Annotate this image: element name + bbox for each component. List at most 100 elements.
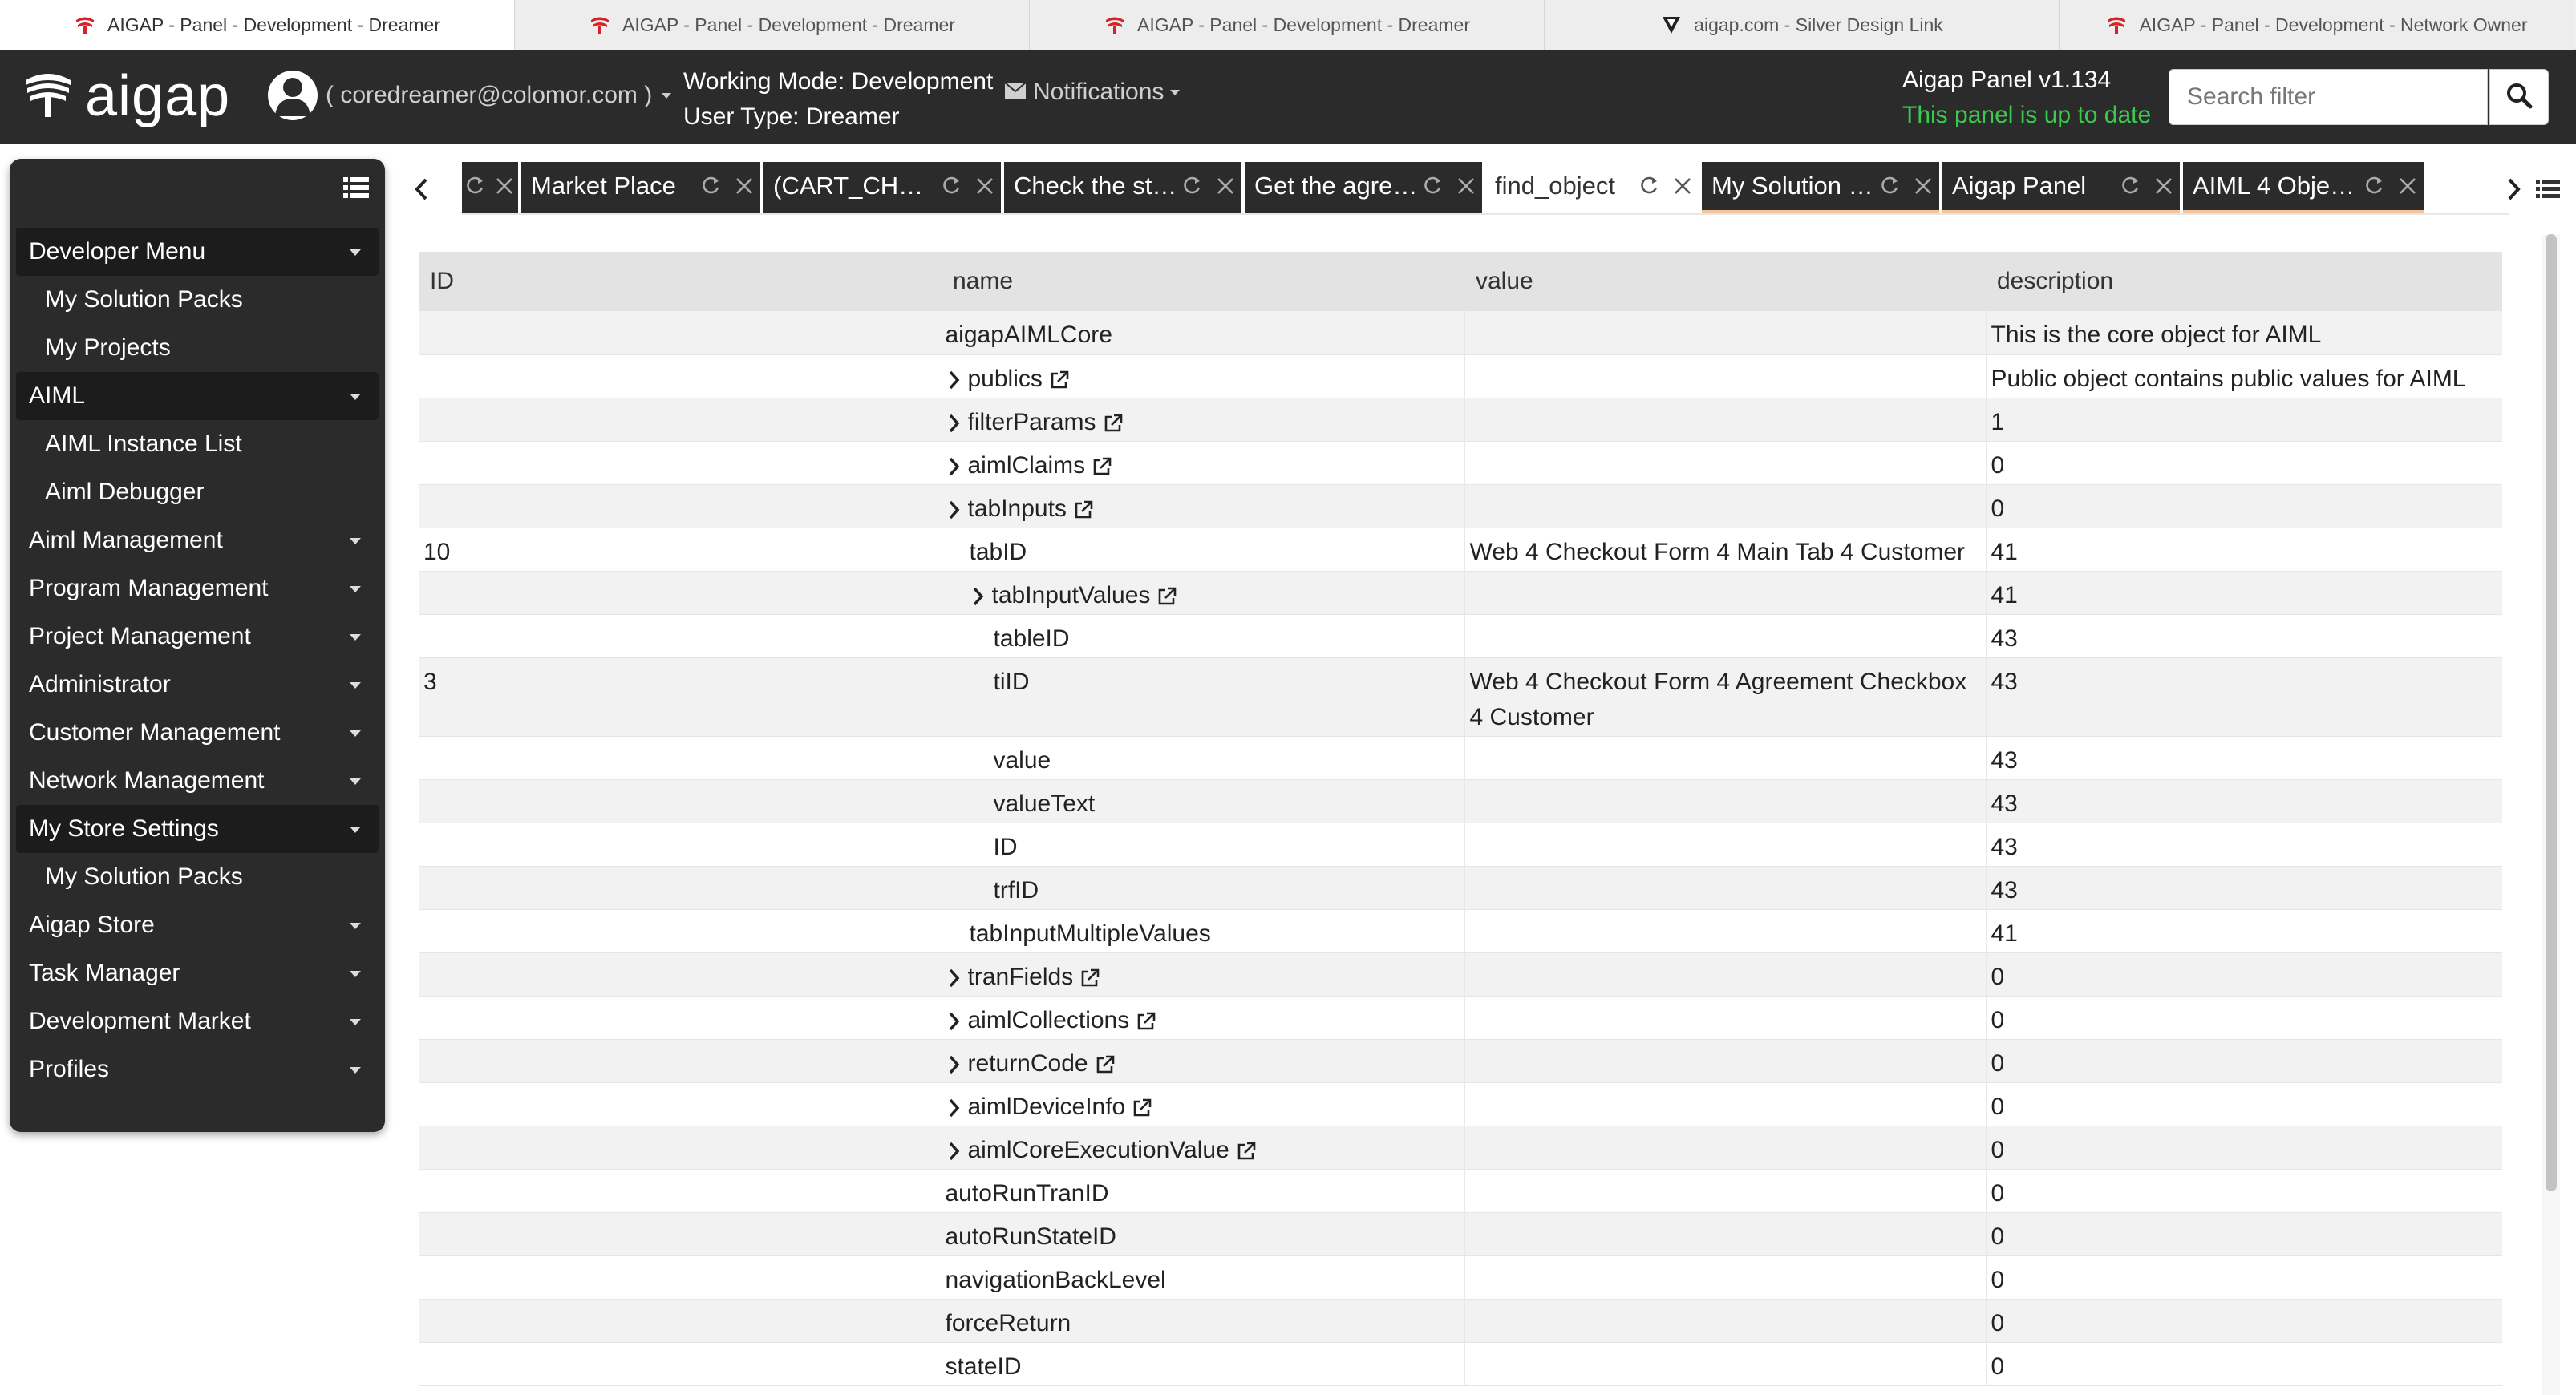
external-link-icon[interactable]: [1047, 368, 1071, 392]
column-header-name[interactable]: name: [942, 252, 1464, 311]
close-icon[interactable]: [728, 170, 760, 202]
table-row[interactable]: publics Public object contains public val…: [419, 354, 2502, 398]
sidebar-item-aiml-management[interactable]: Aiml Management: [10, 516, 385, 564]
close-icon[interactable]: [490, 170, 518, 202]
object-name[interactable]: tabInputValues: [992, 582, 1151, 609]
table-row[interactable]: value 43: [419, 736, 2502, 780]
object-name[interactable]: aimlClaims: [968, 452, 1086, 479]
external-link-icon[interactable]: [1101, 411, 1125, 435]
object-name[interactable]: tranFields: [968, 964, 1074, 990]
object-name[interactable]: tabInputs: [968, 495, 1067, 522]
sidebar-item-network-management[interactable]: Network Management: [10, 757, 385, 805]
sidebar-item-customer-management[interactable]: Customer Management: [10, 709, 385, 757]
table-row[interactable]: tabInputMultipleValues 41: [419, 909, 2502, 953]
tabs-scroll-left-button[interactable]: [409, 175, 433, 207]
table-row[interactable]: filterParams 1: [419, 398, 2502, 442]
sidebar-item-task-manager[interactable]: Task Manager: [10, 949, 385, 997]
sidebar-item-aiml-debugger[interactable]: Aiml Debugger: [10, 468, 385, 516]
object-name[interactable]: aimlCollections: [968, 1007, 1130, 1033]
table-row[interactable]: aimlDeviceInfo 0: [419, 1082, 2502, 1126]
expand-chevron-icon[interactable]: [946, 495, 963, 524]
table-row[interactable]: aimlClaims 0: [419, 441, 2502, 485]
table-row[interactable]: 3 tiID Web 4 Checkout Form 4 Agreement Che…: [419, 657, 2502, 737]
external-link-icon[interactable]: [1093, 1053, 1117, 1077]
sidebar-item-program-management[interactable]: Program Management: [10, 564, 385, 613]
refresh-icon[interactable]: [1875, 170, 1907, 202]
column-header-description[interactable]: description: [1986, 252, 2502, 311]
sidebar-item-my-store-settings[interactable]: My Store Settings: [16, 805, 379, 853]
browser-tab[interactable]: AIGAP - Panel - Development - Dreamer: [0, 0, 515, 50]
column-header-value[interactable]: value: [1464, 252, 1986, 311]
expand-chevron-icon[interactable]: [946, 964, 963, 993]
object-name[interactable]: aimlCoreExecutionValue: [968, 1137, 1229, 1163]
app-tab[interactable]: (CART_CHECKOUT: [763, 162, 1001, 213]
app-tab[interactable]: find_object: [1485, 162, 1699, 213]
browser-tab[interactable]: AIGAP - Panel - Development - Dreamer: [515, 0, 1030, 50]
table-row[interactable]: navigationBackLevel 0: [419, 1256, 2502, 1300]
table-row[interactable]: ID 43: [419, 823, 2502, 867]
user-menu[interactable]: ( coredreamer@colomor.com ): [268, 71, 672, 120]
close-icon[interactable]: [1450, 170, 1482, 202]
sidebar-item-project-management[interactable]: Project Management: [10, 613, 385, 661]
expand-chevron-icon[interactable]: [946, 452, 963, 481]
refresh-icon[interactable]: [696, 170, 728, 202]
content-scrollbar[interactable]: [2542, 234, 2560, 1395]
expand-chevron-icon[interactable]: [970, 582, 987, 611]
refresh-icon[interactable]: [1634, 170, 1667, 202]
refresh-icon[interactable]: [937, 170, 969, 202]
app-tab[interactable]: Market Place: [521, 162, 760, 213]
table-row[interactable]: autoRunTranID 0: [419, 1169, 2502, 1213]
close-icon[interactable]: [969, 170, 1001, 202]
expand-chevron-icon[interactable]: [946, 1007, 963, 1036]
table-row[interactable]: valueText 43: [419, 779, 2502, 823]
table-row[interactable]: aimlCoreExecutionValue 0: [419, 1126, 2502, 1170]
refresh-icon[interactable]: [2116, 170, 2148, 202]
browser-tab[interactable]: AIGAP - Panel - Development - Network Ow…: [2060, 0, 2574, 50]
refresh-icon[interactable]: [1177, 170, 1209, 202]
sidebar-item-aigap-store[interactable]: Aigap Store: [10, 901, 385, 949]
sidebar-item-profiles[interactable]: Profiles: [10, 1045, 385, 1094]
external-link-icon[interactable]: [1234, 1139, 1258, 1163]
close-icon[interactable]: [2148, 170, 2180, 202]
sidebar-item-my-solution-packs[interactable]: My Solution Packs: [10, 853, 385, 901]
table-row[interactable]: stateID 0: [419, 1342, 2502, 1386]
app-tab-partial[interactable]: [462, 162, 518, 213]
object-name[interactable]: filterParams: [968, 409, 1096, 435]
close-icon[interactable]: [1209, 170, 1241, 202]
scrollbar-thumb[interactable]: [2546, 234, 2557, 1191]
table-row[interactable]: tableID 43: [419, 614, 2502, 658]
close-icon[interactable]: [1907, 170, 1939, 202]
table-row[interactable]: tabInputValues 41: [419, 571, 2502, 615]
table-row[interactable]: aimlCollections 0: [419, 996, 2502, 1040]
browser-tab[interactable]: aigap.com - Silver Design Link: [1545, 0, 2060, 50]
table-row[interactable]: tranFields 0: [419, 952, 2502, 997]
sidebar-item-my-solution-packs[interactable]: My Solution Packs: [10, 276, 385, 324]
search-button[interactable]: [2489, 69, 2549, 125]
app-tab[interactable]: Get the agreement: [1245, 162, 1482, 213]
object-name[interactable]: publics: [968, 366, 1043, 392]
external-link-icon[interactable]: [1078, 966, 1102, 990]
table-row[interactable]: tabInputs 0: [419, 484, 2502, 528]
sidebar-toggle-button[interactable]: [343, 176, 369, 203]
external-link-icon[interactable]: [1090, 455, 1114, 479]
sidebar-item-aiml-instance-list[interactable]: AIML Instance List: [10, 420, 385, 468]
tabs-menu-button[interactable]: [2536, 178, 2560, 204]
expand-chevron-icon[interactable]: [946, 1050, 963, 1079]
sidebar-item-aiml[interactable]: AIML: [16, 372, 379, 420]
refresh-icon[interactable]: [2359, 170, 2392, 202]
sidebar-item-development-market[interactable]: Development Market: [10, 997, 385, 1045]
expand-chevron-icon[interactable]: [946, 366, 963, 394]
close-icon[interactable]: [1667, 170, 1699, 202]
sidebar-item-developer-menu[interactable]: Developer Menu: [16, 228, 379, 276]
expand-chevron-icon[interactable]: [946, 1137, 963, 1166]
object-name[interactable]: returnCode: [968, 1050, 1088, 1077]
app-tab[interactable]: AIML 4 Objects: [2183, 162, 2424, 213]
external-link-icon[interactable]: [1134, 1009, 1158, 1033]
external-link-icon[interactable]: [1071, 498, 1096, 522]
browser-tab[interactable]: AIGAP - Panel - Development - Dreamer: [1030, 0, 1545, 50]
logo[interactable]: aigap: [22, 67, 230, 125]
expand-chevron-icon[interactable]: [946, 409, 963, 438]
search-input[interactable]: [2169, 69, 2488, 125]
refresh-icon[interactable]: [1418, 170, 1450, 202]
sidebar-item-administrator[interactable]: Administrator: [10, 661, 385, 709]
